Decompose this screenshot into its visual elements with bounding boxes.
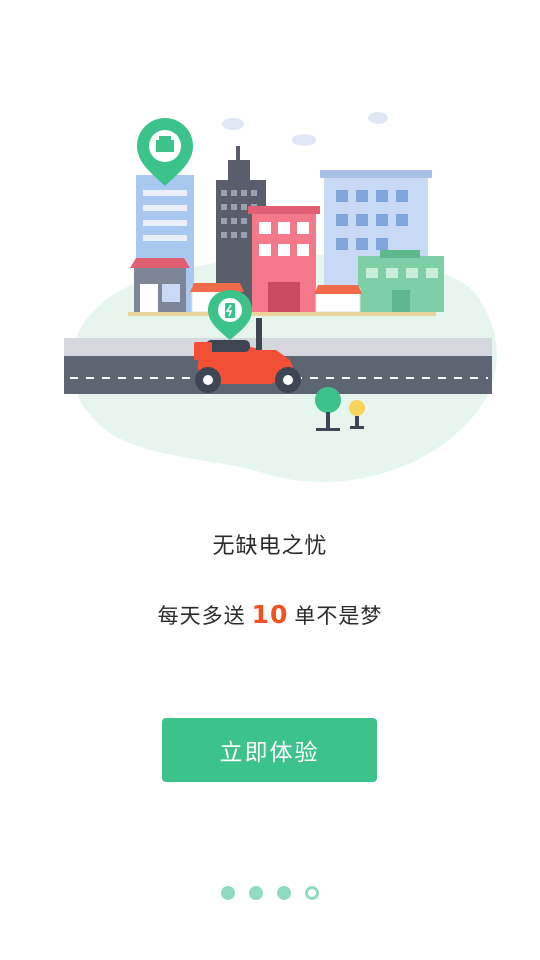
page-dot-1 bbox=[221, 886, 235, 900]
page-subtitle: 每天多送 10 单不是梦 bbox=[0, 600, 540, 630]
city-scooter-illustration bbox=[64, 112, 497, 483]
page-dot-2 bbox=[249, 886, 263, 900]
subtitle-suffix: 单不是梦 bbox=[294, 604, 383, 628]
page-indicator bbox=[0, 886, 540, 900]
page-dot-4-active bbox=[305, 886, 319, 900]
page-title: 无缺电之忧 bbox=[212, 534, 328, 559]
try-now-button[interactable]: 立即体验 bbox=[162, 718, 377, 782]
subtitle-prefix: 每天多送 bbox=[157, 604, 246, 628]
subtitle-highlight-number: 10 bbox=[251, 600, 289, 629]
page-dot-3 bbox=[277, 886, 291, 900]
